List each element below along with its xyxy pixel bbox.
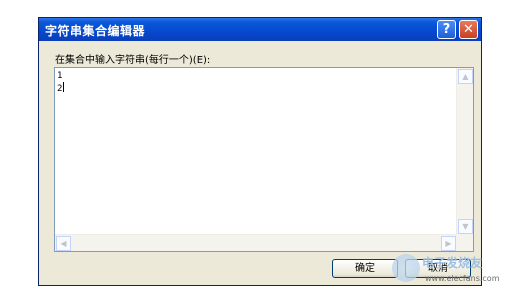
dialog-title: 字符串集合编辑器 xyxy=(45,24,146,38)
elecfans-watermark: 电子发烧友 www.elecfans.com xyxy=(392,252,522,296)
watermark-url: www.elecfans.com xyxy=(425,274,500,283)
close-button[interactable]: ✕ xyxy=(459,20,478,39)
strings-textarea[interactable]: 1 2 ▲ ▼ ◀ ▶ xyxy=(54,67,474,252)
scroll-up-button[interactable]: ▲ xyxy=(458,69,473,84)
scroll-left-button[interactable]: ◀ xyxy=(56,236,71,251)
horizontal-scrollbar[interactable]: ◀ ▶ xyxy=(55,234,457,251)
vertical-scrollbar[interactable]: ▲ ▼ xyxy=(456,68,473,235)
help-button[interactable]: ? xyxy=(437,20,456,39)
text-line: 1 xyxy=(57,71,63,81)
scroll-down-button[interactable]: ▼ xyxy=(458,219,473,234)
title-bar[interactable]: 字符串集合编辑器 ? ✕ xyxy=(39,18,481,41)
close-icon: ✕ xyxy=(463,22,474,37)
string-collection-editor-dialog: 字符串集合编辑器 ? ✕ 在集合中输入字符串(每行一个)(E): 1 2 ▲ ▼… xyxy=(38,17,482,286)
text-line: 2 xyxy=(57,84,63,94)
ok-button[interactable]: 确定 xyxy=(332,259,398,278)
arrow-right-icon: ▶ xyxy=(445,239,452,248)
scroll-right-button[interactable]: ▶ xyxy=(441,236,456,251)
textarea-content: 1 2 xyxy=(57,71,65,95)
text-caret xyxy=(63,82,65,92)
scrollbar-corner xyxy=(457,235,473,251)
arrow-up-icon: ▲ xyxy=(462,72,469,81)
watermark-name: 电子发烧友 xyxy=(422,256,483,270)
question-mark-icon: ? xyxy=(442,22,451,37)
elecfans-logo-icon xyxy=(392,254,420,282)
prompt-label: 在集合中输入字符串(每行一个)(E): xyxy=(55,55,211,66)
arrow-down-icon: ▼ xyxy=(462,222,469,231)
arrow-left-icon: ◀ xyxy=(60,239,67,248)
text-line-with-caret: 2 xyxy=(57,82,65,95)
